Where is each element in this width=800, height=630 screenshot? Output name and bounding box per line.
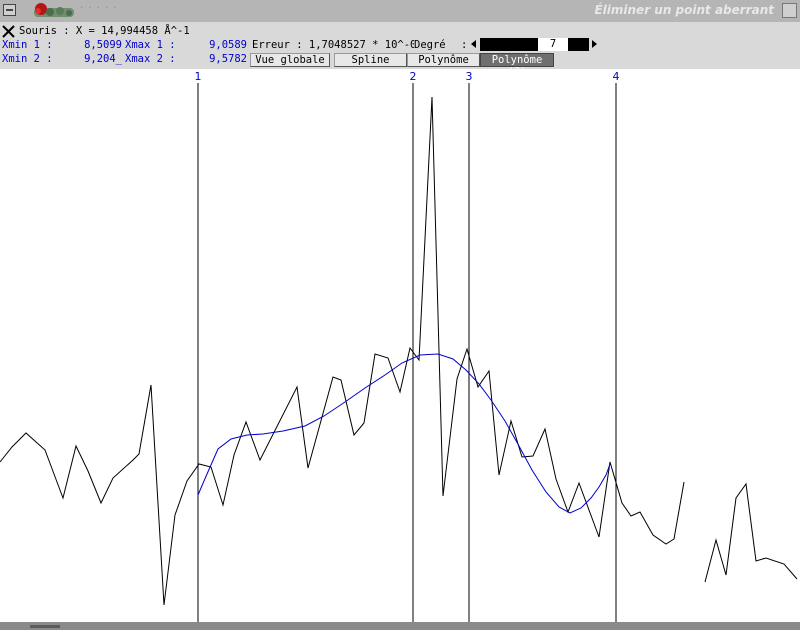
global-view-button[interactable]: Vue globale xyxy=(250,53,330,67)
xmin2-label: Xmin 2 : xyxy=(2,53,53,65)
fit-curve-group xyxy=(197,353,611,514)
degree-decrease-icon[interactable] xyxy=(469,38,478,50)
bottom-scrollbar[interactable] xyxy=(0,622,800,630)
degree-slider-track[interactable] xyxy=(480,38,589,51)
xmax2-value: 9,5782 xyxy=(209,53,247,65)
xmin2-value: 9,204_ xyxy=(84,53,122,65)
data-line-segment-2 xyxy=(704,482,798,583)
xmin1-label: Xmin 1 : xyxy=(2,39,53,51)
xmax1-label: Xmax 1 : xyxy=(125,39,176,51)
error-readout: Erreur : 1,7048527 * 10^-01 xyxy=(252,39,414,51)
xmin1-value: 8,5099 xyxy=(84,39,122,51)
degree-label: Degré xyxy=(414,39,446,51)
polynome2-button[interactable]: Polynôme (2) xyxy=(480,53,554,78)
plot-area[interactable]: 1 2 3 4 xyxy=(0,69,800,622)
window-close-button[interactable] xyxy=(782,3,797,18)
polynome-button[interactable]: Polynôme xyxy=(407,53,480,67)
data-series xyxy=(0,96,798,606)
close-icon[interactable] xyxy=(2,25,15,38)
window-title: Éliminer un point aberrant xyxy=(594,3,774,17)
data-line-segment-1 xyxy=(0,96,685,606)
spline-button[interactable]: Spline xyxy=(334,53,407,67)
marker-label-2: 2 xyxy=(410,70,417,83)
degree-increase-icon[interactable] xyxy=(590,38,599,50)
title-decoration: · · · · · xyxy=(80,3,118,14)
range-markers: 1 2 3 4 xyxy=(195,70,620,622)
control-panel: Souris : X = 14,994458 Å^-1 Xmin 1 : 8,5… xyxy=(0,22,800,78)
xmax2-label: Xmax 2 : xyxy=(125,53,176,65)
fit-curve xyxy=(197,353,611,514)
marker-label-3: 3 xyxy=(466,70,473,83)
scrollbar-thumb[interactable] xyxy=(30,625,60,628)
degree-separator: : xyxy=(461,39,468,51)
xmax1-value: 9,0589 xyxy=(209,39,247,51)
mouse-position-readout: Souris : X = 14,994458 Å^-1 xyxy=(19,25,190,37)
marker-label-4: 4 xyxy=(613,70,620,83)
window-menu-button[interactable] xyxy=(3,4,16,16)
degree-slider-value[interactable]: 7 xyxy=(538,38,568,51)
marker-label-1: 1 xyxy=(195,70,202,83)
title-bar: · · · · · Éliminer un point aberrant xyxy=(0,0,800,23)
app-logo-icon xyxy=(34,3,74,17)
